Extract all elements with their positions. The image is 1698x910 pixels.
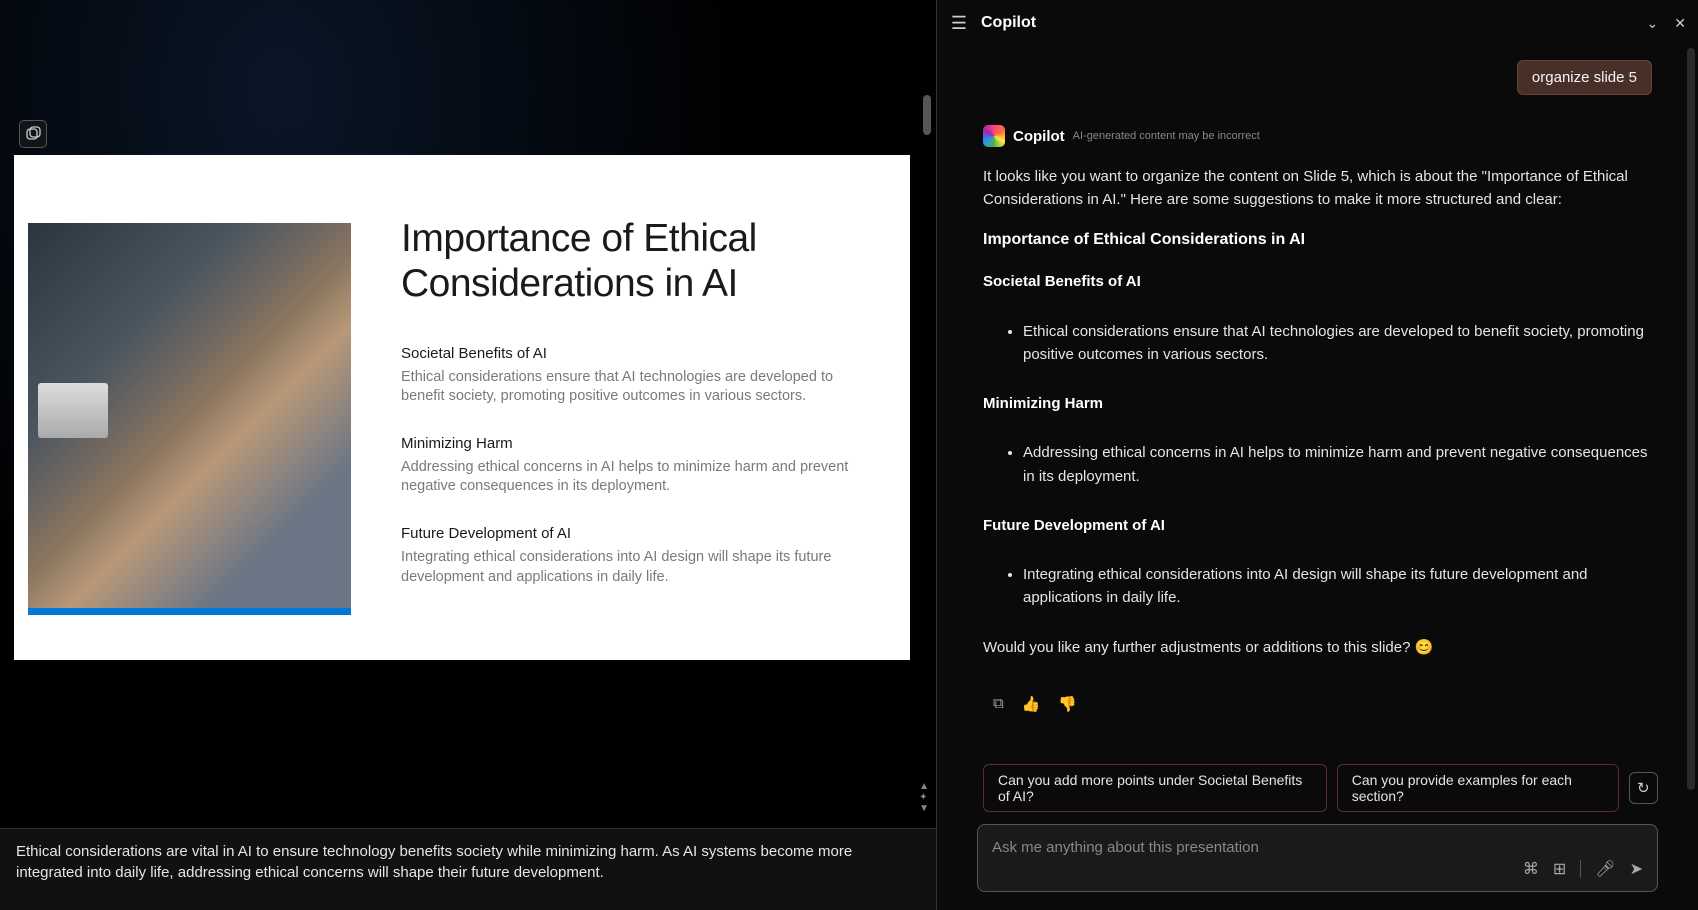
suggestions-row: Can you add more points under Societal B… [937, 752, 1698, 820]
presentation-pane: Importance of Ethical Considerations in … [0, 0, 936, 910]
suggestion-chip[interactable]: Can you provide examples for each sectio… [1337, 764, 1619, 812]
copilot-header: ☰ Copilot ⌄ ✕ [937, 0, 1698, 46]
add-content-icon[interactable]: ⊞ [1553, 859, 1566, 879]
slide[interactable]: Importance of Ethical Considerations in … [14, 155, 910, 660]
divider [1580, 860, 1581, 878]
thumbs-down-icon[interactable]: 👎 [1058, 695, 1077, 713]
slide-section-body[interactable]: Integrating ethical considerations into … [401, 548, 871, 587]
slide-section-body[interactable]: Addressing ethical concerns in AI helps … [401, 458, 871, 497]
ai-intro-text: It looks like you want to organize the c… [983, 165, 1652, 212]
ai-message-body: It looks like you want to organize the c… [983, 165, 1652, 659]
feedback-actions: ⧉ 👍 👎 [983, 675, 1652, 713]
copilot-logo-icon [983, 125, 1005, 147]
prompt-guide-icon[interactable]: ⌘ [1523, 859, 1539, 879]
slide-image [28, 223, 351, 615]
ai-section-heading: Minimizing Harm [983, 392, 1652, 415]
slide-section-heading[interactable]: Minimizing Harm [401, 435, 880, 452]
speaker-notes[interactable]: Ethical considerations are vital in AI t… [0, 828, 936, 910]
copilot-panel: ☰ Copilot ⌄ ✕ organize slide 5 Copilot A… [936, 0, 1698, 910]
slide-section-heading[interactable]: Societal Benefits of AI [401, 345, 880, 362]
ai-bullet: Integrating ethical considerations into … [1023, 563, 1652, 610]
slide-nav-arrows[interactable]: ▲✦▼ [919, 782, 929, 814]
close-icon[interactable]: ✕ [1674, 15, 1686, 32]
copilot-title: Copilot [981, 14, 1036, 32]
microphone-icon[interactable]: 🎤︎ [1595, 859, 1615, 879]
menu-icon[interactable]: ☰ [949, 13, 969, 34]
refresh-suggestions-button[interactable]: ↻ [1629, 772, 1658, 804]
user-message[interactable]: organize slide 5 [1517, 60, 1652, 95]
chevron-down-icon[interactable]: ⌄ [1647, 15, 1659, 32]
chat-input-bar: ⌘ ⊞ 🎤︎ ➤ [977, 824, 1658, 892]
ai-bullet: Addressing ethical concerns in AI helps … [1023, 441, 1652, 488]
ai-name: Copilot [1013, 128, 1065, 145]
copilot-slide-button[interactable] [19, 120, 47, 148]
ai-outro-text: Would you like any further adjustments o… [983, 636, 1652, 659]
thumbs-up-icon[interactable]: 👍 [1022, 695, 1041, 713]
suggestion-chip[interactable]: Can you add more points under Societal B… [983, 764, 1327, 812]
ai-main-heading: Importance of Ethical Considerations in … [983, 228, 1652, 253]
ai-section-heading: Societal Benefits of AI [983, 270, 1652, 293]
slide-section-heading[interactable]: Future Development of AI [401, 525, 880, 542]
copilot-icon [25, 126, 41, 142]
chat-messages: organize slide 5 Copilot AI-generated co… [937, 46, 1698, 752]
send-icon[interactable]: ➤ [1630, 859, 1643, 879]
ai-disclaimer: AI-generated content may be incorrect [1073, 130, 1260, 142]
slide-text-content: Importance of Ethical Considerations in … [351, 155, 910, 660]
ai-message-header: Copilot AI-generated content may be inco… [983, 125, 1652, 147]
ai-section-heading: Future Development of AI [983, 514, 1652, 537]
chat-input[interactable] [992, 839, 1523, 856]
slide-title[interactable]: Importance of Ethical Considerations in … [401, 217, 880, 307]
ai-bullet: Ethical considerations ensure that AI te… [1023, 320, 1652, 367]
slide-section-body[interactable]: Ethical considerations ensure that AI te… [401, 368, 871, 407]
slide-canvas-area: Importance of Ethical Considerations in … [0, 0, 936, 828]
copy-icon[interactable]: ⧉ [993, 695, 1004, 713]
